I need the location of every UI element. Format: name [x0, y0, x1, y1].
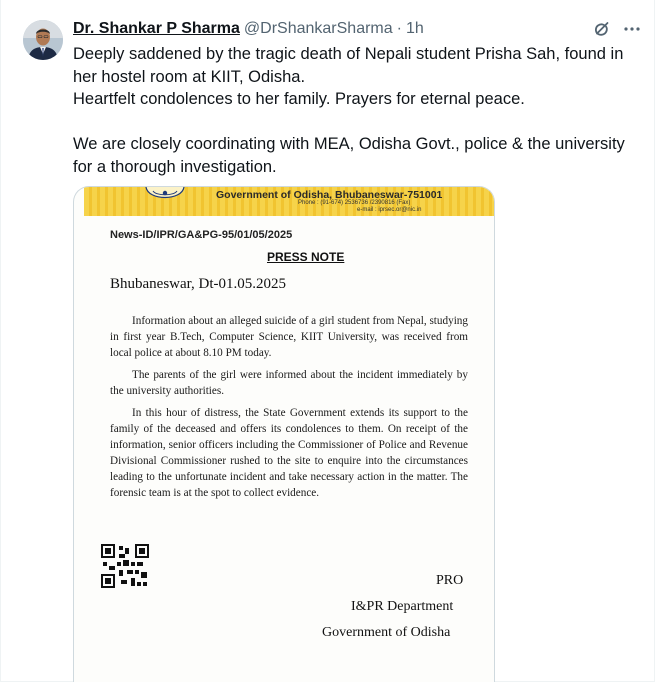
document-body: Information about an alleged suicide of … — [110, 313, 468, 507]
signature-line: PRO — [436, 573, 464, 588]
post-timestamp[interactable]: 1h — [406, 20, 424, 38]
author-display-name[interactable]: Dr. Shankar P Sharma — [73, 20, 240, 38]
attached-image[interactable]: Government of Odisha, Bhubaneswar-751001… — [73, 186, 495, 682]
document-email: e-mail : iprsec.or@nic.in — [357, 207, 422, 213]
avatar[interactable] — [23, 20, 63, 60]
author-handle[interactable]: @DrShankarSharma — [244, 20, 393, 38]
separator-dot: · — [396, 20, 402, 37]
document-paragraph: Information about an alleged suicide of … — [110, 315, 468, 359]
document-reference: News-ID/IPR/GA&PG-95/01/05/2025 — [110, 229, 293, 241]
qr-code-icon — [101, 544, 149, 588]
more-options-icon[interactable] — [622, 19, 642, 39]
document-paragraph: The parents of the girl were informed ab… — [110, 369, 468, 397]
document-dateline: Bhubaneswar, Dt-01.05.2025 — [110, 276, 287, 292]
tweet[interactable]: Dr. Shankar P Sharma @DrShankarSharma · … — [0, 0, 655, 682]
government-emblem-icon — [145, 187, 185, 199]
tweet-header: Dr. Shankar P Sharma @DrShankarSharma · … — [73, 18, 593, 40]
avatar-image — [23, 20, 63, 60]
signature-line: I&PR Department — [351, 599, 454, 614]
document-header-banner: Government of Odisha, Bhubaneswar-751001… — [84, 187, 494, 216]
tweet-text: Deeply saddened by the tragic death of N… — [73, 43, 643, 178]
document-phone: Phone : (91-674) 2536736 /2390816 (Fax) — [298, 200, 411, 206]
grok-icon[interactable] — [592, 19, 612, 39]
tweet-text-line: We are closely coordinating with MEA, Od… — [73, 135, 625, 176]
tweet-text-line: Heartfelt condolences to her family. Pra… — [73, 90, 525, 108]
document-paragraph: In this hour of distress, the State Gove… — [110, 407, 468, 499]
tweet-text-line: Deeply saddened by the tragic death of N… — [73, 45, 624, 86]
document-title: PRESS NOTE — [267, 250, 345, 264]
signature-line: Government of Odisha — [322, 625, 451, 640]
